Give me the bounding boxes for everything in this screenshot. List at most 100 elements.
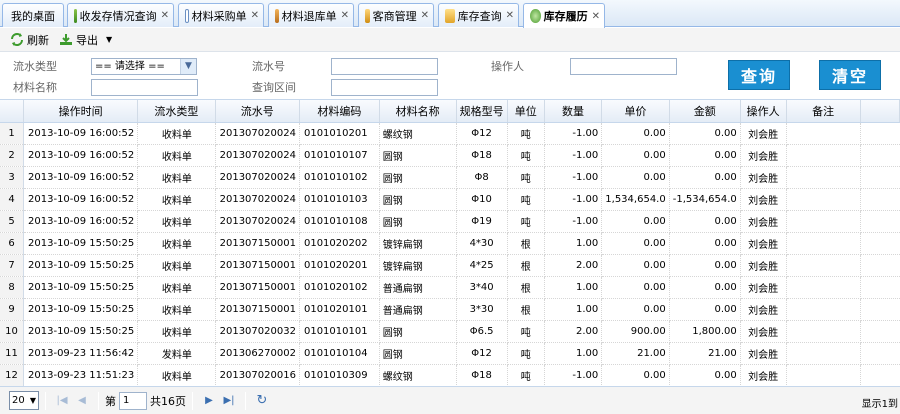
toolbar: 刷新 导出 ▼ [0, 28, 900, 52]
flow-no-input[interactable] [331, 58, 438, 75]
material-name-cell: 镀锌扁钢 [379, 232, 457, 255]
table-row[interactable]: 11 2013-09-23 11:56:42 发料单 201306270002 0101… [0, 342, 900, 365]
filler-cell [860, 254, 900, 277]
column-header[interactable]: 操作人 [740, 100, 787, 123]
unit-price-cell: 0.00 [601, 166, 670, 189]
amount-cell: 0.00 [669, 298, 741, 321]
operator-cell: 刘会胜 [740, 122, 787, 145]
tab-label: 材料采购单 [191, 9, 247, 23]
close-icon[interactable]: ✕ [251, 10, 259, 21]
remark-cell [786, 122, 861, 145]
flow-type-cell: 收料单 [137, 320, 216, 343]
operator-cell: 刘会胜 [740, 342, 787, 365]
page-number-input[interactable]: 1 [119, 391, 147, 410]
reload-icon[interactable]: ↻ [255, 393, 269, 408]
export-button[interactable]: 导出 ▼ [55, 29, 118, 51]
search-button[interactable]: 查询 [728, 60, 790, 90]
tab-inventory-flow-query[interactable]: 收发存情况查询 ✕ [67, 3, 174, 27]
flow-no-label: 流水号 [252, 60, 285, 73]
operator-input[interactable] [570, 58, 677, 75]
chevron-down-icon[interactable]: ▼ [106, 35, 112, 44]
column-header[interactable]: 单价 [601, 100, 670, 123]
spec-cell: 4*25 [456, 254, 508, 277]
table-row[interactable]: 10 2013-10-09 15:50:25 收料单 201307020032 0101… [0, 320, 900, 343]
table-row[interactable]: 7 2013-10-09 15:50:25 收料单 201307150001 01010… [0, 254, 900, 277]
spec-cell: Φ12 [456, 122, 508, 145]
column-header[interactable]: 材料名称 [379, 100, 457, 123]
clear-button[interactable]: 清空 [819, 60, 881, 90]
close-icon[interactable]: ✕ [506, 10, 514, 21]
export-label: 导出 [76, 33, 98, 47]
column-header[interactable]: 单位 [507, 100, 545, 123]
chevron-down-icon[interactable]: ▼ [180, 59, 196, 74]
operator-cell: 刘会胜 [740, 364, 787, 386]
first-page-icon[interactable]: |◀ [55, 394, 69, 408]
prev-page-icon[interactable]: ◀ [75, 394, 89, 408]
chevron-down-icon[interactable]: ▼ [30, 396, 36, 405]
column-header[interactable]: 数量 [544, 100, 603, 123]
flow-type-cell: 收料单 [137, 254, 216, 277]
table-row[interactable]: 5 2013-10-09 16:00:52 收料单 201307020024 01010… [0, 210, 900, 233]
flow-type-cell: 发料单 [137, 342, 216, 365]
spec-cell: 3*40 [456, 276, 508, 299]
table-row[interactable]: 3 2013-10-09 16:00:52 收料单 201307020024 01010… [0, 166, 900, 189]
refresh-icon [10, 33, 24, 46]
chart-icon [74, 8, 77, 23]
close-icon[interactable]: ✕ [592, 11, 600, 22]
material-name-cell: 镀锌扁钢 [379, 254, 457, 277]
merchant-icon [365, 8, 370, 23]
tab-label: 我的桌面 [11, 9, 55, 23]
material-name-input[interactable] [91, 79, 198, 96]
tab-material-purchase[interactable]: 材料采购单 ✕ [178, 3, 264, 27]
tab-label: 材料退库单 [281, 9, 337, 23]
next-page-icon[interactable]: ▶ [202, 394, 216, 408]
table-row[interactable]: 8 2013-10-09 15:50:25 收料单 201307150001 01010… [0, 276, 900, 299]
refresh-button[interactable]: 刷新 [0, 29, 55, 51]
tab-merchant-management[interactable]: 客商管理 ✕ [358, 3, 434, 27]
page-prefix: 第 [105, 394, 116, 408]
quantity-cell: -1.00 [544, 166, 603, 189]
quantity-cell: -1.00 [544, 188, 603, 211]
quantity-cell: -1.00 [544, 144, 603, 167]
column-header[interactable]: 备注 [786, 100, 861, 123]
flow-type-value: == 请选择 == [95, 61, 165, 72]
unit-price-cell: 0.00 [601, 254, 670, 277]
material-name-cell: 圆钢 [379, 342, 457, 365]
filler-cell [860, 122, 900, 145]
spec-cell: Φ18 [456, 364, 508, 386]
table-row[interactable]: 9 2013-10-09 15:50:25 收料单 201307150001 01010… [0, 298, 900, 321]
table-row[interactable]: 12 2013-09-23 11:51:23 收料单 201307020016 0101… [0, 364, 900, 386]
table-row[interactable]: 2 2013-10-09 16:00:52 收料单 201307020024 01010… [0, 144, 900, 167]
table-row[interactable]: 1 2013-10-09 16:00:52 收料单 201307020024 01010… [0, 122, 900, 145]
quantity-cell: 1.00 [544, 298, 603, 321]
column-header[interactable]: 流水号 [215, 100, 300, 123]
close-icon[interactable]: ✕ [421, 10, 429, 21]
tab-inventory-history[interactable]: 库存履历 ✕ [523, 3, 605, 28]
column-header[interactable]: 流水类型 [137, 100, 216, 123]
unit-cell: 吨 [507, 342, 545, 365]
last-page-icon[interactable]: ▶| [222, 394, 236, 408]
column-header[interactable]: 金额 [669, 100, 741, 123]
flow-no-cell: 201307150001 [215, 298, 300, 321]
tab-inventory-query[interactable]: 库存查询 ✕ [438, 3, 519, 27]
close-icon[interactable]: ✕ [161, 10, 169, 21]
tab-my-desktop[interactable]: 我的桌面 [2, 3, 64, 27]
table-row[interactable]: 6 2013-10-09 15:50:25 收料单 201307150001 01010… [0, 232, 900, 255]
table-row[interactable]: 4 2013-10-09 16:00:52 收料单 201307020024 01010… [0, 188, 900, 211]
tab-label: 客商管理 [372, 9, 417, 23]
column-header[interactable]: 材料编码 [299, 100, 380, 123]
tab-material-return[interactable]: 材料退库单 ✕ [268, 3, 354, 27]
query-range-input[interactable] [331, 79, 438, 96]
operator-cell: 刘会胜 [740, 254, 787, 277]
page-size-select[interactable]: 20 ▼ [9, 391, 39, 410]
remark-cell [786, 276, 861, 299]
material-code-cell: 0101010101 [299, 320, 380, 343]
amount-cell: -1,534,654.0 [669, 188, 741, 211]
row-number: 10 [0, 320, 25, 343]
flow-type-select[interactable]: == 请选择 == ▼ [91, 58, 197, 75]
quantity-cell: 2.00 [544, 254, 603, 277]
column-header[interactable]: 规格型号 [456, 100, 508, 123]
display-info: 显示1到 [861, 399, 898, 410]
column-header[interactable]: 操作时间 [23, 100, 139, 123]
close-icon[interactable]: ✕ [341, 10, 349, 21]
